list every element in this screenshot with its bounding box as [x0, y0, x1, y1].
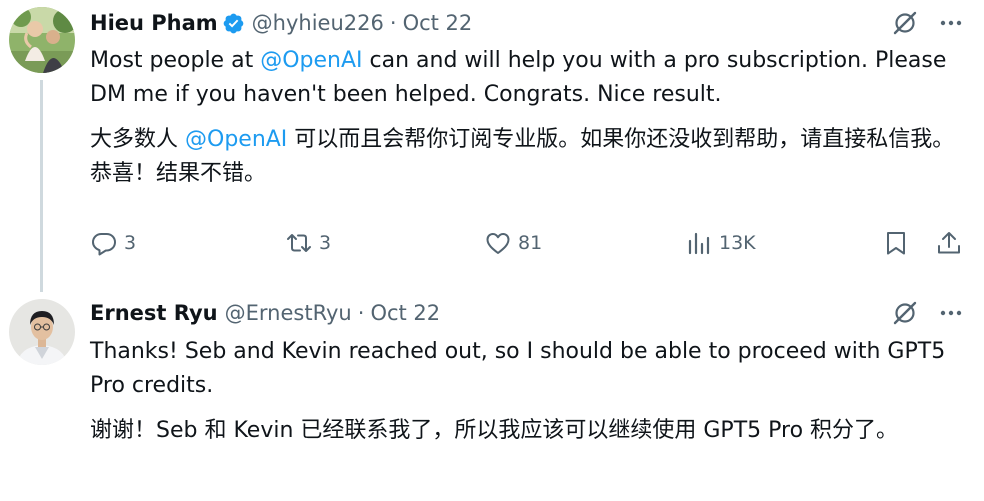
more-dots-icon[interactable] [938, 10, 964, 36]
avatar[interactable] [9, 7, 75, 73]
views-button[interactable]: 13K [685, 225, 756, 261]
tweet-header: Hieu Pham @hyhieu226 · Oct 22 [90, 8, 472, 38]
share-button[interactable] [935, 225, 963, 261]
reply-button[interactable]: 3 [90, 225, 136, 261]
text-part: 大多数人 [90, 127, 185, 152]
reply-count: 3 [124, 232, 137, 254]
like-count: 81 [518, 232, 543, 254]
grok-icon[interactable] [892, 10, 918, 36]
more-dots-icon[interactable] [938, 300, 964, 326]
bookmark-icon [887, 232, 905, 255]
tweet-text-english: Most people at @OpenAI can and will help… [90, 44, 960, 112]
tweet-date[interactable]: Oct 22 [403, 11, 473, 35]
avatar-photo [9, 7, 75, 73]
verified-badge-icon [222, 12, 245, 35]
like-button[interactable]: 81 [484, 225, 542, 261]
tweet-text-chinese: 大多数人 @OpenAI 可以而且会帮你订阅专业版。如果你还没收到帮助，请直接私… [90, 123, 960, 191]
avatar[interactable] [9, 299, 75, 365]
views-count: 13K [719, 232, 756, 254]
avatar-photo [9, 299, 75, 365]
tweet-hieu-pham[interactable]: Hieu Pham @hyhieu226 · Oct 22 Most peopl [0, 0, 984, 292]
tweet-text-english: Thanks! Seb and Kevin reached out, so I … [90, 339, 946, 398]
author-handle[interactable]: @hyhieu226 [252, 11, 384, 35]
tweet-text-chinese: 谢谢！Seb 和 Kevin 已经联系我了，所以我应该可以继续使用 GPT5 P… [90, 418, 899, 443]
reply-bubble-icon [92, 233, 116, 256]
separator-dot: · [389, 11, 397, 35]
author-name[interactable]: Hieu Pham [90, 11, 218, 35]
tweet-date[interactable]: Oct 22 [370, 301, 440, 325]
share-upload-icon [938, 232, 960, 254]
repost-arrows-icon [287, 234, 311, 252]
mention-link-openai[interactable]: @OpenAI [185, 127, 287, 152]
tweet-top-actions [892, 8, 964, 38]
author-handle[interactable]: @ErnestRyu [225, 301, 352, 325]
grok-icon[interactable] [892, 300, 918, 326]
repost-count: 3 [319, 232, 332, 254]
repost-button[interactable]: 3 [285, 225, 331, 261]
mention-link-openai[interactable]: @OpenAI [260, 48, 362, 73]
tweet-top-actions [892, 298, 964, 328]
text-part: Most people at [90, 48, 261, 73]
bookmark-button[interactable] [882, 225, 910, 261]
tweet-action-bar: 3 3 81 13K [0, 225, 984, 261]
author-name[interactable]: Ernest Ryu [90, 301, 218, 325]
tweet-header: Ernest Ryu @ErnestRyu · Oct 22 [90, 298, 440, 328]
tweet-ernest-ryu[interactable]: Ernest Ryu @ErnestRyu · Oct 22 Thanks! S… [0, 290, 984, 501]
views-bars-icon [688, 232, 710, 255]
heart-icon [486, 233, 510, 254]
separator-dot: · [357, 301, 365, 325]
